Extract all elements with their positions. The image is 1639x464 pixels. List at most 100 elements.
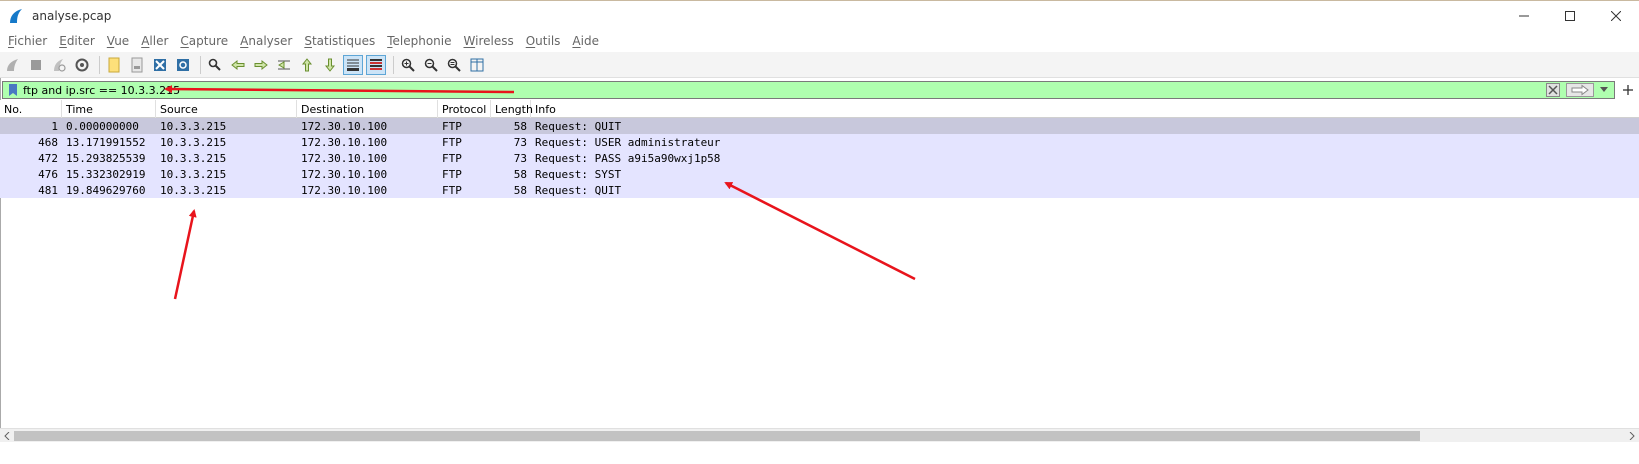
restart-capture-button[interactable] (49, 55, 69, 75)
table-row[interactable]: 472 15.293825539 10.3.3.215 172.30.10.10… (0, 150, 1639, 166)
column-header-destination[interactable]: Destination (297, 100, 438, 118)
packet-protocol: FTP (442, 135, 462, 149)
bookmark-icon[interactable] (6, 83, 20, 97)
packet-protocol: FTP (442, 119, 462, 133)
zoom-out-button[interactable] (421, 55, 441, 75)
scroll-left-button[interactable] (0, 429, 14, 443)
column-header-info[interactable]: Info (531, 100, 1131, 118)
first-packet-button[interactable] (297, 55, 317, 75)
packet-time: 0.000000000 (66, 119, 139, 133)
chevron-left-icon (4, 432, 10, 440)
normal-size-button[interactable] (444, 55, 464, 75)
menu-fichier[interactable]: Fichier (4, 34, 51, 48)
scrollbar-thumb[interactable] (14, 431, 1420, 441)
menu-editer[interactable]: Editer (55, 34, 99, 48)
go-to-packet-icon (278, 60, 290, 69)
column-header-no[interactable]: No. (0, 100, 62, 118)
save-file-button[interactable] (127, 55, 147, 75)
display-filter-bar (2, 80, 1637, 100)
colorize-button[interactable] (366, 54, 386, 75)
search-icon (208, 58, 221, 71)
packet-time: 13.171991552 (66, 135, 146, 149)
scroll-right-button[interactable] (1625, 429, 1639, 443)
menu-bar: Fichier Editer Vue Aller Capture Analyse… (0, 30, 1639, 52)
horizontal-scrollbar[interactable] (0, 428, 1639, 442)
last-packet-button[interactable] (320, 55, 340, 75)
go-forward-button[interactable] (251, 55, 271, 75)
resize-columns-button[interactable] (467, 55, 487, 75)
packet-destination: 172.30.10.100 (301, 119, 388, 133)
packet-time: 19.849629760 (66, 183, 146, 197)
menu-wireless[interactable]: Wireless (460, 34, 518, 48)
file-binary-icon (131, 57, 143, 72)
capture-options-button[interactable] (72, 55, 92, 75)
menu-outils[interactable]: Outils (522, 34, 565, 48)
packet-no: 472 (38, 151, 58, 165)
stop-capture-button[interactable] (26, 55, 46, 75)
menu-capture[interactable]: Capture (176, 34, 232, 48)
menu-analyser[interactable]: Analyser (236, 34, 296, 48)
column-header-time[interactable]: Time (62, 100, 156, 118)
stop-icon (31, 59, 41, 70)
column-header-source[interactable]: Source (156, 100, 297, 118)
column-header-protocol[interactable]: Protocol (438, 100, 491, 118)
minimize-button[interactable] (1501, 1, 1547, 31)
clear-filter-icon[interactable] (1546, 83, 1560, 97)
window-title: analyse.pcap (32, 8, 112, 23)
toolbar-separator (200, 55, 201, 74)
zoom-in-button[interactable] (398, 55, 418, 75)
title-bar: analyse.pcap (0, 0, 1639, 30)
packet-info: Request: QUIT (535, 183, 622, 197)
packet-length: 58 (513, 167, 527, 181)
column-header-length[interactable]: Length (491, 100, 533, 118)
auto-scroll-button[interactable] (343, 54, 363, 75)
arrow-right-icon (254, 59, 268, 70)
packet-destination: 172.30.10.100 (301, 183, 388, 197)
go-to-packet-button[interactable] (274, 55, 294, 75)
arrow-up-icon (301, 57, 313, 71)
add-filter-button[interactable] (1619, 81, 1637, 99)
menu-statistiques[interactable]: Statistiques (300, 34, 379, 48)
filter-history-dropdown[interactable] (1598, 83, 1610, 97)
packet-source: 10.3.3.215 (160, 135, 227, 149)
auto-scroll-icon (347, 59, 359, 71)
colorize-icon (370, 58, 382, 70)
toolbar-separator (393, 55, 394, 74)
display-filter-input[interactable] (23, 83, 423, 97)
packet-destination: 172.30.10.100 (301, 151, 388, 165)
chevron-down-icon (1600, 87, 1608, 92)
resize-columns-icon (470, 58, 484, 71)
menu-telephonie[interactable]: Telephonie (383, 34, 455, 48)
packet-info: Request: PASS a9i5a90wxj1p58 (535, 151, 721, 165)
display-filter-box (2, 81, 1615, 99)
table-row[interactable]: 481 19.849629760 10.3.3.215 172.30.10.10… (0, 182, 1639, 198)
packet-no: 1 (51, 119, 58, 133)
zoom-in-icon (401, 58, 415, 72)
menu-vue[interactable]: Vue (103, 34, 133, 48)
packet-source: 10.3.3.215 (160, 167, 227, 181)
packet-info: Request: QUIT (535, 119, 622, 133)
file-close-icon (154, 58, 166, 71)
table-row[interactable]: 476 15.332302919 10.3.3.215 172.30.10.10… (0, 166, 1639, 182)
main-toolbar (0, 52, 1639, 78)
go-back-button[interactable] (228, 55, 248, 75)
packet-length: 58 (513, 119, 527, 133)
maximize-icon (1565, 11, 1575, 21)
close-button[interactable] (1593, 1, 1639, 31)
find-packet-button[interactable] (205, 55, 225, 75)
minimize-icon (1519, 15, 1529, 17)
table-row[interactable]: 1 0.000000000 10.3.3.215 172.30.10.100 F… (0, 118, 1639, 134)
reload-file-button[interactable] (173, 55, 193, 75)
menu-aller[interactable]: Aller (137, 34, 172, 48)
packet-length: 58 (513, 183, 527, 197)
open-file-button[interactable] (104, 55, 124, 75)
plus-icon (1623, 85, 1633, 95)
close-file-button[interactable] (150, 55, 170, 75)
menu-aide[interactable]: Aide (568, 34, 603, 48)
table-row[interactable]: 468 13.171991552 10.3.3.215 172.30.10.10… (0, 134, 1639, 150)
window-bottom-edge (0, 442, 1639, 464)
apply-filter-icon[interactable] (1566, 83, 1594, 97)
maximize-button[interactable] (1547, 1, 1593, 31)
start-capture-button[interactable] (3, 55, 23, 75)
packet-no: 476 (38, 167, 58, 181)
